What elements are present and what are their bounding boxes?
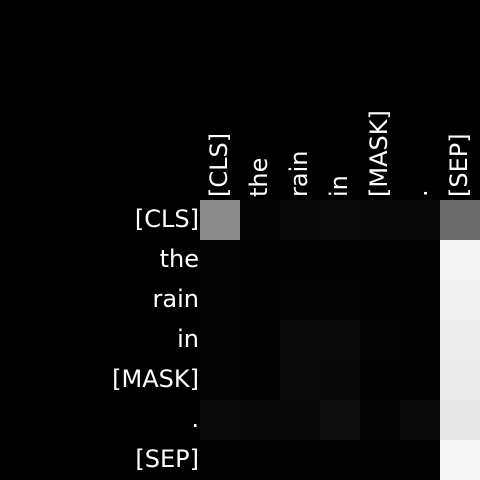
heatmap-cell-1-0	[200, 240, 240, 280]
x-tick-labels: [CLS] the rain in [MASK]. [SEP]	[205, 110, 473, 197]
heatmap-cell-4-6	[440, 360, 480, 400]
heatmap-cell-0-2	[280, 200, 320, 240]
heatmap-cell-2-2	[280, 280, 320, 320]
heatmap-cell-4-3	[320, 360, 360, 400]
x-tick-label-6: [SEP]	[445, 133, 473, 197]
heatmap-cell-2-6	[440, 280, 480, 320]
x-tick-label-0: [CLS]	[205, 133, 233, 197]
y-tick-labels: [CLS] the rain in [MASK]. [SEP]	[112, 205, 199, 473]
heatmap-cell-5-4	[360, 400, 400, 440]
heatmap-cell-3-1	[240, 320, 280, 360]
heatmap-cell-4-5	[400, 360, 440, 400]
heatmap-cell-2-4	[360, 280, 400, 320]
x-tick-label-5: .	[405, 189, 433, 197]
y-tick-label-0: [CLS]	[135, 205, 199, 233]
heatmap-cell-2-5	[400, 280, 440, 320]
heatmap-cell-3-2	[280, 320, 320, 360]
heatmap-cell-6-0	[200, 440, 240, 480]
heatmap-cell-3-3	[320, 320, 360, 360]
heatmap-cell-3-0	[200, 320, 240, 360]
heatmap-cell-5-3	[320, 400, 360, 440]
heatmap-cell-0-1	[240, 200, 280, 240]
heatmap-cell-4-1	[240, 360, 280, 400]
heatmap-cell-1-1	[240, 240, 280, 280]
heatmap-cell-6-3	[320, 440, 360, 480]
heatmap-cell-2-1	[240, 280, 280, 320]
x-tick-label-2: rain	[285, 151, 313, 197]
y-tick-label-3: in	[177, 325, 199, 353]
x-tick-label-3: in	[325, 175, 353, 197]
heatmap-cell-0-0	[200, 200, 240, 240]
heatmap-cell-6-2	[280, 440, 320, 480]
heatmap-cell-0-3	[320, 200, 360, 240]
heatmap-cell-0-6	[440, 200, 480, 240]
x-tick-label-1: the	[245, 158, 273, 197]
y-tick-label-5: .	[191, 405, 199, 433]
heatmap-cell-1-2	[280, 240, 320, 280]
heatmap-cell-3-4	[360, 320, 400, 360]
heatmap-cell-4-2	[280, 360, 320, 400]
heatmap-cell-5-0	[200, 400, 240, 440]
heatmap-cell-0-5	[400, 200, 440, 240]
heatmap-cell-2-3	[320, 280, 360, 320]
heatmap-cell-1-3	[320, 240, 360, 280]
heatmap-cell-3-5	[400, 320, 440, 360]
heatmap-cell-4-4	[360, 360, 400, 400]
heatmap-cell-1-4	[360, 240, 400, 280]
x-tick-label-4: [MASK]	[365, 110, 393, 197]
y-tick-label-4: [MASK]	[112, 365, 199, 393]
heatmap-cell-6-5	[400, 440, 440, 480]
heatmap-cell-5-5	[400, 400, 440, 440]
y-tick-label-1: the	[160, 245, 199, 273]
heatmap-cell-4-0	[200, 360, 240, 400]
heatmap-cell-2-0	[200, 280, 240, 320]
heatmap-cell-6-4	[360, 440, 400, 480]
y-tick-label-6: [SEP]	[135, 445, 199, 473]
y-tick-label-2: rain	[153, 285, 199, 313]
heatmap-cell-5-2	[280, 400, 320, 440]
heatmap-cell-1-5	[400, 240, 440, 280]
heatmap-cells	[200, 200, 480, 480]
heatmap-cell-3-6	[440, 320, 480, 360]
heatmap-cell-0-4	[360, 200, 400, 240]
heatmap-cell-1-6	[440, 240, 480, 280]
attention-heatmap: [CLS] the rain in [MASK]. [SEP] [CLS]theraini…	[112, 110, 480, 480]
heatmap-cell-5-6	[440, 400, 480, 440]
heatmap-cell-6-6	[440, 440, 480, 480]
heatmap-cell-6-1	[240, 440, 280, 480]
heatmap-cell-5-1	[240, 400, 280, 440]
